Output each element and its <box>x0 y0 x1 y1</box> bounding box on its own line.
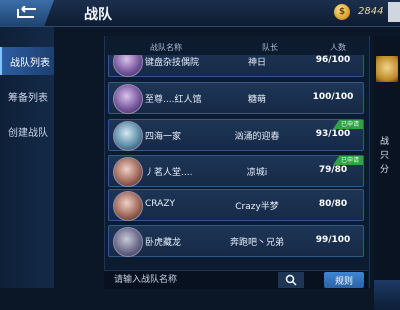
member-count: 100/100 <box>312 92 354 102</box>
team-name: 丿茗人堂.... <box>145 168 193 178</box>
add-currency-button[interactable] <box>388 2 400 22</box>
member-count: 99/100 <box>315 235 351 245</box>
sidebar: 战队列表 筹备列表 创建战队 <box>0 27 54 288</box>
team-emblem-icon <box>113 227 143 257</box>
member-count: 96/100 <box>315 55 351 65</box>
page-title: 战队 <box>84 7 112 23</box>
member-count: 80/80 <box>318 199 348 209</box>
team-emblem-icon <box>113 191 143 221</box>
right-panel-bottom[interactable] <box>374 280 400 310</box>
team-name: 至尊....红人馆 <box>145 95 202 105</box>
right-side-panel: 战 只 分 <box>374 36 400 310</box>
table-row[interactable]: 四海一家 汹涌的迎春 93/100 已申请 <box>108 119 364 151</box>
team-leader: 神日 <box>247 58 266 68</box>
back-arrow-icon <box>17 6 36 18</box>
search-icon <box>285 274 297 286</box>
sidebar-item-team-list[interactable]: 战队列表 <box>0 47 54 75</box>
team-name: 四海一家 <box>145 132 182 142</box>
right-panel-text: 战 <box>380 137 390 147</box>
member-count: 79/80 <box>318 165 348 175</box>
right-panel-text: 只 <box>380 151 390 161</box>
team-emblem-icon <box>113 55 143 77</box>
coin-count: 2844 <box>358 6 384 17</box>
table-row[interactable]: 丿茗人堂.... 凉城i 79/80 已申请 <box>108 155 364 187</box>
sidebar-item-create-team[interactable]: 创建战队 <box>0 117 54 145</box>
team-emblem-icon <box>113 157 143 187</box>
table-row[interactable]: 键盘杂技偶院 神日 96/100 <box>108 55 364 77</box>
sidebar-item-preparing-list[interactable]: 筹备列表 <box>0 82 54 110</box>
search-bar: 请输入战队名称 规则 <box>104 270 368 289</box>
team-leader: 凉城i <box>246 168 268 178</box>
table-row[interactable]: CRAZY Crazy半梦 80/80 <box>108 189 364 221</box>
team-leader: 奔跑吧丶兄弟 <box>229 238 284 248</box>
team-leader: Crazy半梦 <box>235 202 279 212</box>
rules-button[interactable]: 规则 <box>324 272 364 288</box>
search-input[interactable]: 请输入战队名称 <box>114 274 264 287</box>
team-leader: 汹涌的迎春 <box>234 132 280 142</box>
team-emblem-icon <box>113 84 143 114</box>
applied-badge: 已申请 <box>332 156 363 165</box>
column-header-count: 人数 <box>330 43 346 52</box>
right-panel-text: 分 <box>380 165 390 175</box>
column-header-leader: 队长 <box>262 43 278 52</box>
team-badge-icon <box>376 56 398 82</box>
search-button[interactable] <box>278 272 304 288</box>
team-emblem-icon <box>113 121 143 151</box>
table-row[interactable]: 至尊....红人馆 糖萌 100/100 <box>108 82 364 114</box>
team-name: CRAZY <box>145 199 175 209</box>
team-list: 键盘杂技偶院 神日 96/100 至尊....红人馆 糖萌 100/100 四海… <box>108 55 364 288</box>
member-count: 93/100 <box>315 129 351 139</box>
back-button[interactable] <box>0 0 54 26</box>
column-header-name: 战队名称 <box>150 43 182 52</box>
coin-icon: $ <box>334 4 350 20</box>
table-row[interactable]: 卧虎藏龙 奔跑吧丶兄弟 99/100 <box>108 225 364 257</box>
applied-badge: 已申请 <box>332 120 363 129</box>
team-name: 卧虎藏龙 <box>145 238 182 248</box>
team-name: 键盘杂技偶院 <box>145 58 200 68</box>
team-leader: 糖萌 <box>247 95 266 105</box>
top-bar: 战队 $ 2844 <box>0 0 400 27</box>
